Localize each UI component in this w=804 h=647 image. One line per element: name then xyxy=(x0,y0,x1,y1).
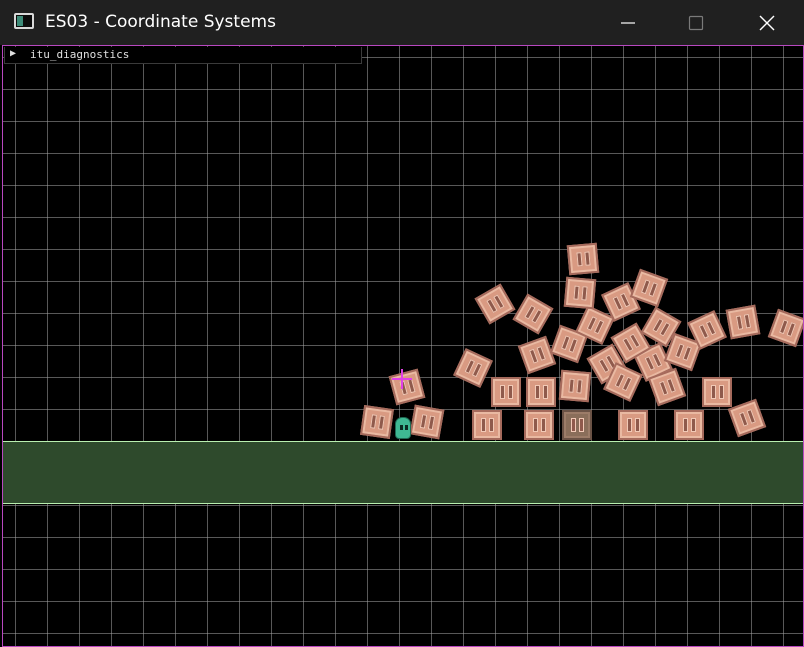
minimize-button[interactable] xyxy=(594,0,662,45)
crate xyxy=(360,405,394,439)
diagnostics-label: itu_diagnostics xyxy=(30,48,130,61)
close-button[interactable] xyxy=(733,0,801,45)
crate xyxy=(472,410,502,440)
crate xyxy=(526,377,556,407)
crate xyxy=(409,404,445,440)
crate xyxy=(674,410,704,440)
title-bar[interactable]: ES03 - Coordinate Systems xyxy=(0,0,804,45)
crate xyxy=(618,410,648,440)
close-icon xyxy=(759,15,775,30)
app-window-icon xyxy=(14,13,34,29)
crate xyxy=(558,369,592,403)
game-viewport[interactable]: ▶ itu_diagnostics xyxy=(2,45,804,647)
player-character xyxy=(395,417,411,439)
crosshair-cursor-icon-vertical xyxy=(401,369,403,389)
triangle-right-icon[interactable]: ▶ xyxy=(10,48,16,59)
maximize-button[interactable] xyxy=(662,0,730,45)
crate xyxy=(491,377,521,407)
crate xyxy=(725,304,761,340)
window-title: ES03 - Coordinate Systems xyxy=(45,12,276,32)
crate xyxy=(562,410,592,440)
crate xyxy=(702,377,732,407)
diagnostics-panel[interactable]: ▶ itu_diagnostics xyxy=(4,47,362,64)
minimize-icon xyxy=(621,21,635,24)
crate xyxy=(563,276,597,310)
crate xyxy=(566,242,600,276)
crate xyxy=(524,410,554,440)
ground-platform xyxy=(3,441,803,504)
maximize-icon xyxy=(688,15,704,30)
